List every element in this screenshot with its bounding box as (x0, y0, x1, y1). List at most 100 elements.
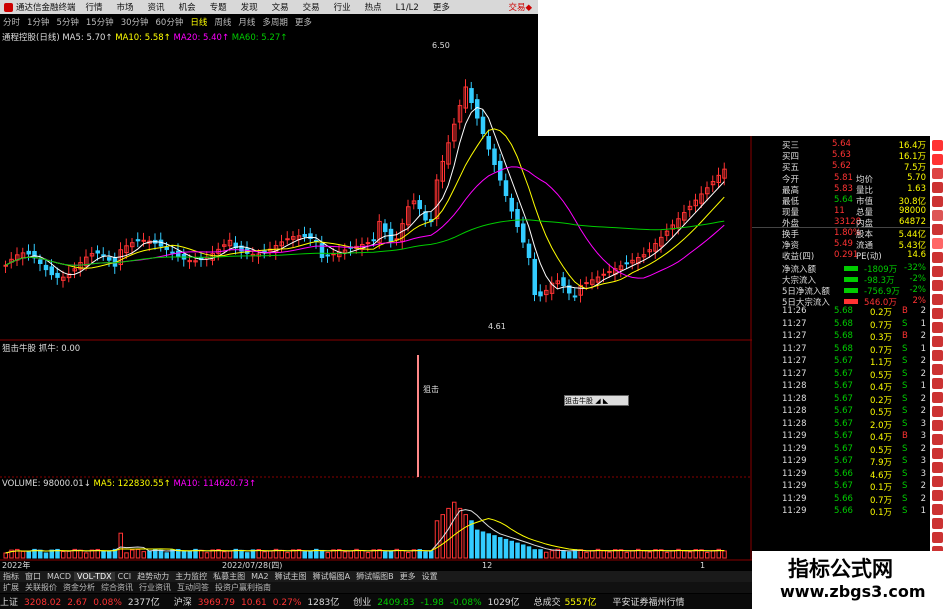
side-tool-icon[interactable] (932, 266, 943, 277)
tick-row: 11:26 5.68 0.2万 B 2 (752, 306, 930, 318)
tick-time: 11:28 (782, 406, 807, 416)
side-tool-icon[interactable] (932, 252, 943, 263)
side-tool-icon[interactable] (932, 154, 943, 165)
side-tool-icon[interactable] (932, 420, 943, 431)
candle-body (365, 242, 371, 245)
indicator-popup[interactable]: 狙击牛股 ◢ ◣ (564, 395, 629, 406)
tick-volume: 0.4万 (870, 383, 893, 393)
candle-body (561, 277, 566, 287)
side-tool-icon[interactable] (932, 336, 943, 347)
side-tool-icon[interactable] (932, 280, 943, 291)
indicator-tab[interactable]: CCI (115, 572, 135, 581)
info-tab[interactable]: 扩展 (0, 582, 22, 593)
candle-body (135, 239, 141, 242)
indicator-tab[interactable]: VOL-TDX (73, 572, 115, 581)
indicator-tab[interactable]: 指标 (0, 571, 22, 582)
tick-count: 2 (920, 493, 926, 504)
indicator-tab[interactable]: 设置 (419, 571, 441, 582)
indicator-tab[interactable]: 私募主图 (210, 571, 248, 582)
indicator-tab[interactable]: MA2 (248, 572, 271, 581)
tick-side: S (902, 418, 908, 429)
stat-value: 64872 (898, 217, 926, 227)
tick-time: 11:29 (782, 506, 807, 516)
stat-value: 0.291 (834, 250, 859, 260)
volume-bar (475, 529, 480, 559)
indicator-tab[interactable]: 狮试幅图A (310, 571, 353, 582)
indicator-tab[interactable]: 主力监控 (172, 571, 210, 582)
side-tool-icon[interactable] (932, 224, 943, 235)
indicator-tab[interactable]: 趋势动力 (134, 571, 172, 582)
info-tab[interactable]: 互动问答 (174, 582, 212, 593)
volume-bar (187, 550, 192, 559)
side-tool-icon[interactable] (932, 490, 943, 501)
side-tool-icon[interactable] (932, 238, 943, 249)
tick-count: 3 (920, 456, 926, 466)
tick-time: 11:29 (782, 481, 807, 491)
side-tool-icon[interactable] (932, 448, 943, 459)
tick-row: 11:29 5.66 4.6万 S 3 (752, 468, 930, 481)
side-tool-icon[interactable] (932, 378, 943, 389)
index-label: 沪深 (173, 598, 192, 608)
tick-row: 11:27 5.68 0.7万 S 1 (752, 318, 930, 331)
side-tool-icon[interactable] (932, 518, 943, 529)
index-quote[interactable]: 上证 3208.02 2.67 0.08% 2377亿 (0, 595, 166, 608)
side-tool-icon[interactable] (932, 476, 943, 487)
side-tool-icon[interactable] (932, 504, 943, 515)
tick-row: 11:29 5.66 0.1万 S 1 (752, 506, 930, 518)
side-tool-icon[interactable] (932, 462, 943, 473)
volume-bar (61, 551, 66, 559)
tick-price: 5.68 (834, 331, 853, 341)
tick-price: 5.68 (834, 318, 853, 329)
side-tool-icon[interactable] (932, 350, 943, 361)
info-tab[interactable]: 资金分析 (60, 582, 98, 593)
tick-count: 2 (920, 306, 926, 316)
side-tool-icon[interactable] (932, 168, 943, 179)
info-tab[interactable]: 综合资讯 (98, 582, 136, 593)
stat-value: 14.6 (907, 250, 926, 260)
candle-body (572, 295, 578, 298)
side-tool-icon[interactable] (932, 392, 943, 403)
tick-side: S (902, 456, 908, 466)
total-amount-value: 5557亿 (564, 598, 597, 608)
info-tab[interactable]: 行业资讯 (136, 582, 174, 593)
volume-bar (434, 520, 440, 559)
side-tool-icon[interactable] (932, 364, 943, 375)
side-tool-icon[interactable] (932, 532, 943, 543)
index-pct: 0.27% (272, 598, 302, 608)
tick-volume: 4.6万 (870, 470, 893, 481)
side-tool-icon[interactable] (932, 294, 943, 305)
volume-bar (141, 551, 146, 559)
side-tool-icon[interactable] (932, 140, 943, 151)
side-tool-icon[interactable] (932, 434, 943, 445)
side-tool-icon[interactable] (932, 182, 943, 193)
indicator-tab[interactable]: 狮试主图 (272, 571, 310, 582)
indicator-tab[interactable]: 更多 (397, 571, 419, 582)
index-quote[interactable]: 创业 2409.83 -1.98 -0.08% 1029亿 (353, 595, 525, 608)
side-tool-icon[interactable] (932, 406, 943, 417)
info-tab[interactable]: 投资户赢利指南 (212, 582, 274, 593)
volume-bar (308, 550, 313, 559)
order-level: 买三 5.64 16.4万 (752, 139, 930, 151)
volume-bar (590, 550, 595, 559)
tick-volume: 0.5万 (870, 370, 893, 381)
info-tab[interactable]: 关联报价 (22, 582, 60, 593)
side-tool-icon[interactable] (932, 308, 943, 319)
tick-count: 3 (920, 468, 926, 479)
quote-stat-row: 现量 11 总量 98000 (752, 206, 930, 218)
tick-time: 11:29 (782, 468, 807, 479)
side-tool-icon[interactable] (932, 322, 943, 333)
tick-price: 5.67 (834, 368, 853, 379)
indicator-tab[interactable]: 狮试幅图B (353, 571, 397, 582)
low-price-label: 4.61 (488, 322, 506, 331)
tick-side: S (902, 506, 908, 516)
side-tool-icon[interactable] (932, 196, 943, 207)
tick-side: B (902, 331, 908, 341)
indicator-tab[interactable]: 窗口 (22, 571, 44, 582)
index-quote[interactable]: 沪深 3969.79 10.61 0.27% 1283亿 (174, 595, 346, 608)
side-tool-icon[interactable] (932, 210, 943, 221)
index-amt: 2377亿 (127, 598, 160, 608)
tick-time: 11:29 (782, 456, 807, 466)
volume-bar (319, 549, 325, 559)
indicator-tab[interactable]: MACD (44, 572, 74, 581)
order-level: 买四 5.63 16.1万 (752, 150, 930, 162)
